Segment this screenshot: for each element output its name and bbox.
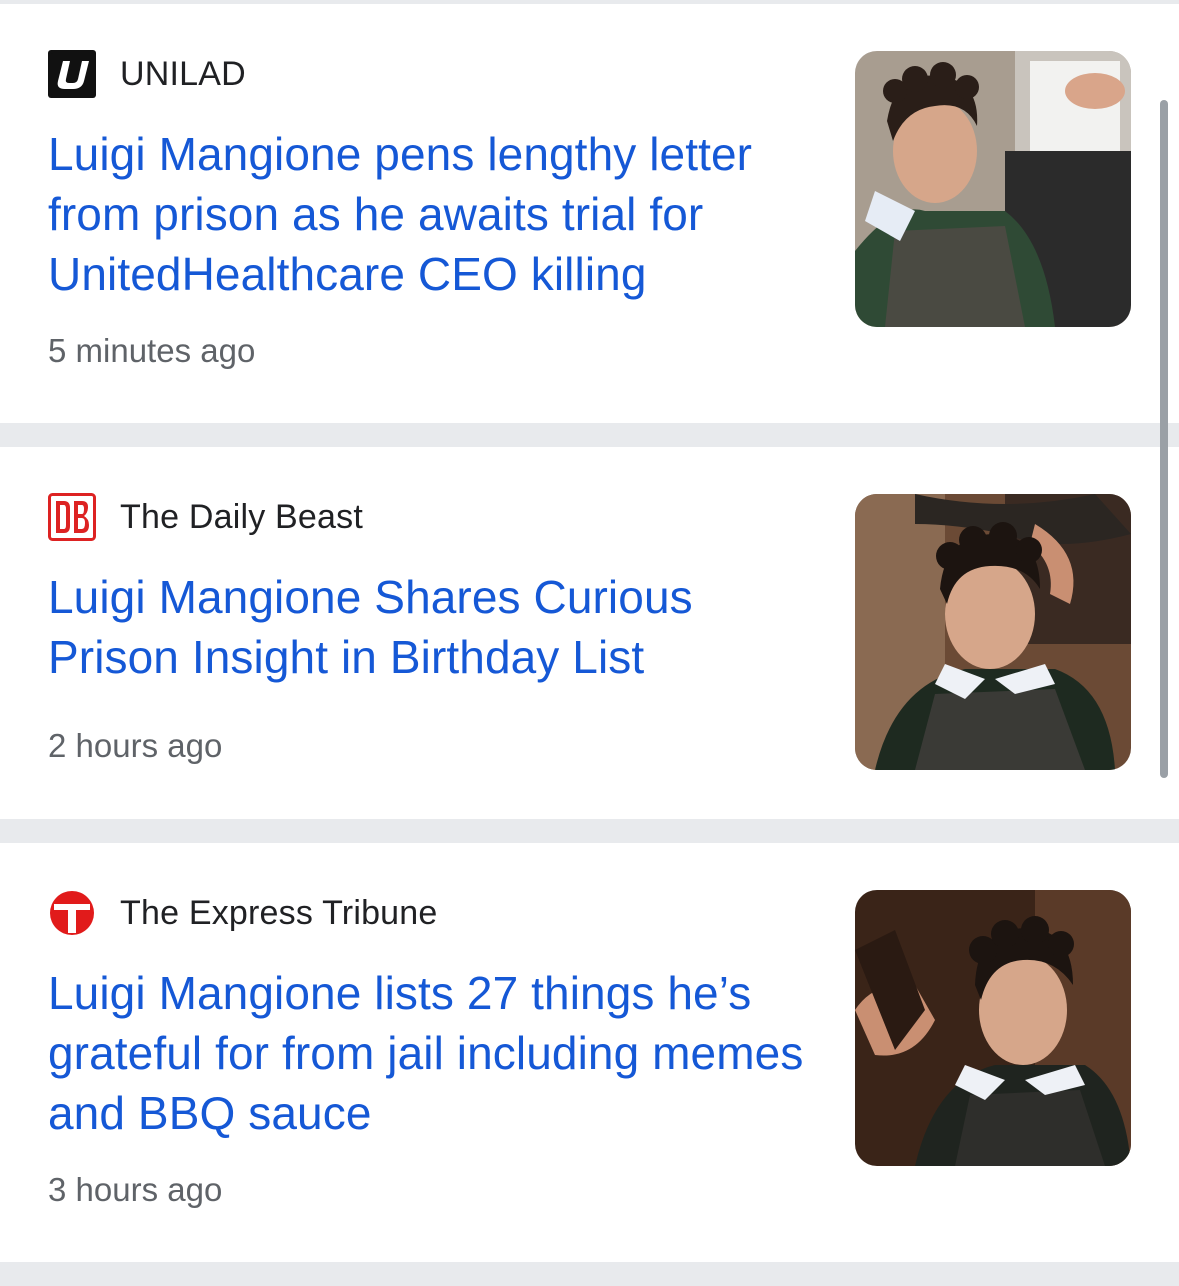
headline-link[interactable]: Luigi Mangione Shares Curious Prison Ins… <box>48 567 818 687</box>
source-name: The Daily Beast <box>120 497 363 536</box>
news-card[interactable]: UNILAD Luigi Mangione pens lengthy lette… <box>0 4 1179 423</box>
news-card[interactable]: The Daily Beast Luigi Mangione Shares Cu… <box>0 447 1179 819</box>
card-separator <box>0 423 1179 447</box>
daily-beast-logo-icon <box>48 493 96 541</box>
source-row: The Daily Beast <box>48 493 363 541</box>
headline-link[interactable]: Luigi Mangione pens lengthy letter from … <box>48 124 818 304</box>
source-row: UNILAD <box>48 50 246 98</box>
source-name: The Express Tribune <box>120 893 438 932</box>
source-row: The Express Tribune <box>48 889 438 937</box>
timestamp: 5 minutes ago <box>48 332 256 369</box>
card-separator <box>0 1262 1179 1286</box>
timestamp: 3 hours ago <box>48 1171 223 1208</box>
article-thumbnail[interactable] <box>855 51 1131 327</box>
source-name: UNILAD <box>120 54 246 93</box>
card-separator <box>0 819 1179 843</box>
unilad-logo-icon <box>48 50 96 98</box>
news-feed: UNILAD Luigi Mangione pens lengthy lette… <box>0 4 1179 1286</box>
news-card[interactable]: The Express Tribune Luigi Mangione lists… <box>0 843 1179 1262</box>
headline-link[interactable]: Luigi Mangione lists 27 things he’s grat… <box>48 963 818 1143</box>
express-tribune-logo-icon <box>48 889 96 937</box>
scrollbar[interactable] <box>1160 100 1168 778</box>
article-thumbnail[interactable] <box>855 890 1131 1166</box>
timestamp: 2 hours ago <box>48 727 223 764</box>
article-thumbnail[interactable] <box>855 494 1131 770</box>
